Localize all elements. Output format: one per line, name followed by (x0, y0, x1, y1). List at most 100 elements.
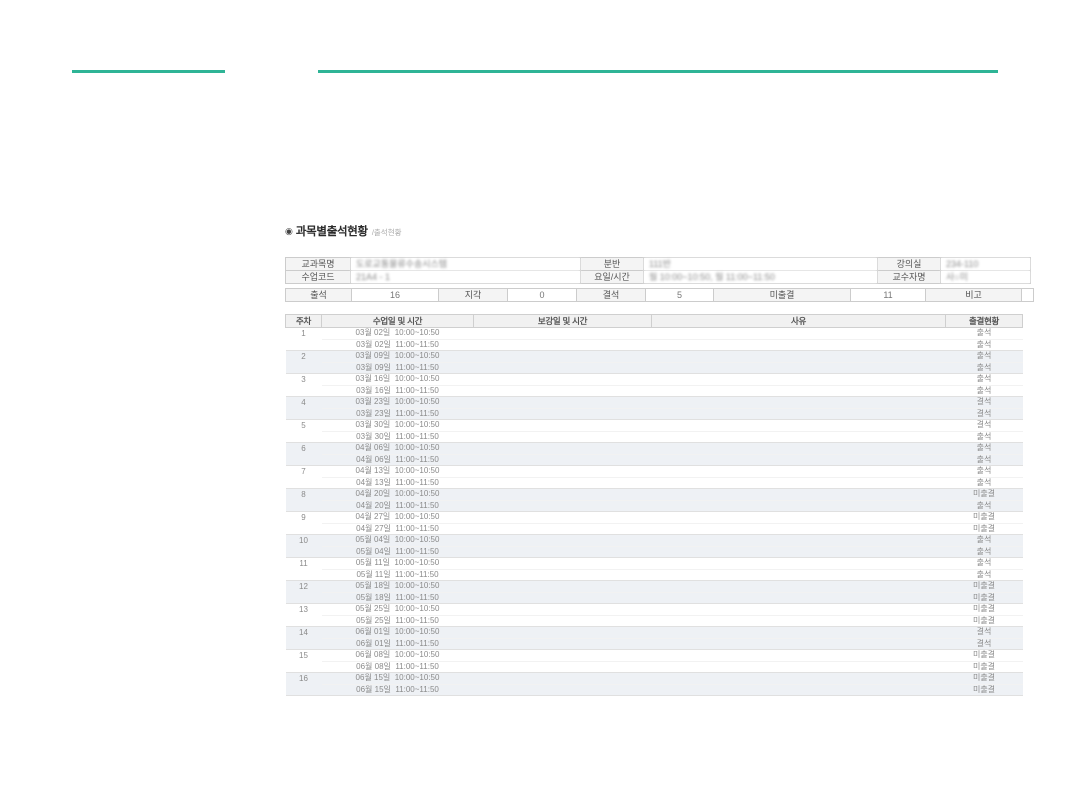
attendance-row: 04월 06일 11:00~11:50출석 (286, 454, 1023, 466)
session-datetime: 03월 30일 10:00~10:50 (322, 420, 474, 432)
session-datetime: 06월 15일 11:00~11:50 (322, 684, 474, 696)
makeup-datetime (474, 523, 652, 535)
reason (652, 339, 946, 351)
makeup-datetime (474, 650, 652, 662)
reason (652, 385, 946, 397)
reason (652, 627, 946, 639)
status: 출석 (946, 535, 1023, 547)
remarks-label: 비고 (926, 289, 1022, 302)
week-number: 9 (286, 512, 322, 535)
status: 미출결 (946, 684, 1023, 696)
session-datetime: 05월 11일 10:00~10:50 (322, 558, 474, 570)
session-datetime: 05월 25일 10:00~10:50 (322, 604, 474, 616)
reason (652, 581, 946, 593)
reason (652, 615, 946, 627)
session-datetime: 04월 27일 10:00~10:50 (322, 512, 474, 524)
week-number: 15 (286, 650, 322, 673)
status: 출석 (946, 374, 1023, 386)
makeup-datetime (474, 592, 652, 604)
attendance-row: 04월 13일 11:00~11:50출석 (286, 477, 1023, 489)
attendance-row: 06월 01일 11:00~11:50결석 (286, 638, 1023, 650)
status: 미출결 (946, 661, 1023, 673)
section-value: 111반 (644, 258, 878, 271)
attendance-row: 604월 06일 10:00~10:50출석 (286, 443, 1023, 455)
makeup-datetime (474, 684, 652, 696)
status: 출석 (946, 351, 1023, 363)
makeup-datetime (474, 581, 652, 593)
reason (652, 500, 946, 512)
session-datetime: 06월 08일 10:00~10:50 (322, 650, 474, 662)
reason (652, 558, 946, 570)
course-info-row: 수업코드 21A4 - 1 요일/시간 월 10:00~10:50, 월 11:… (286, 271, 1031, 284)
section-label: 분반 (581, 258, 644, 271)
week-number: 14 (286, 627, 322, 650)
attendance-row: 804월 20일 10:00~10:50미출결 (286, 489, 1023, 501)
status: 미출결 (946, 673, 1023, 685)
status: 출석 (946, 362, 1023, 374)
makeup-datetime (474, 466, 652, 478)
status: 미출결 (946, 523, 1023, 535)
professor-value: 사○미 (941, 271, 1031, 284)
status: 출석 (946, 477, 1023, 489)
attendance-row: 05월 04일 11:00~11:50 출석 (286, 546, 1023, 558)
late-count: 0 (508, 289, 577, 302)
remarks-value (1022, 289, 1034, 302)
session-datetime: 03월 30일 11:00~11:50 (322, 431, 474, 443)
makeup-datetime (474, 408, 652, 420)
reason (652, 420, 946, 432)
status: 출석 (946, 546, 1023, 558)
session-datetime: 04월 06일 11:00~11:50 (322, 454, 474, 466)
attendance-row: 06월 15일 11:00~11:50 미출결 (286, 684, 1023, 696)
status: 미출결 (946, 604, 1023, 616)
attendance-row: 303월 16일 10:00~10:50출석 (286, 374, 1023, 386)
reason (652, 443, 946, 455)
header-rule-right (318, 70, 998, 73)
week-number: 10 (286, 535, 322, 558)
attendance-row: 03월 16일 11:00~11:50출석 (286, 385, 1023, 397)
makeup-datetime (474, 558, 652, 570)
week-number: 11 (286, 558, 322, 581)
attendance-row: 05월 25일 11:00~11:50미출결 (286, 615, 1023, 627)
session-datetime: 03월 09일 10:00~10:50 (322, 351, 474, 363)
reason (652, 546, 946, 558)
attendance-row: 1205월 18일 10:00~10:50미출결 (286, 581, 1023, 593)
session-datetime: 03월 16일 10:00~10:50 (322, 374, 474, 386)
session-datetime: 05월 04일 11:00~11:50 (322, 546, 474, 558)
attendance-row: 1005월 04일 10:00~10:50출석 (286, 535, 1023, 547)
reason (652, 661, 946, 673)
reason (652, 431, 946, 443)
session-datetime: 03월 02일 11:00~11:50 (322, 339, 474, 351)
session-datetime: 04월 27일 11:00~11:50 (322, 523, 474, 535)
week-number: 3 (286, 374, 322, 397)
makeup-datetime (474, 489, 652, 501)
col-session-datetime: 수업일 및 시간 (322, 315, 474, 328)
status: 출석 (946, 339, 1023, 351)
status: 출석 (946, 558, 1023, 570)
week-number: 16 (286, 673, 322, 696)
reason (652, 535, 946, 547)
attendance-header-row: 주차 수업일 및 시간 보강일 및 시간 사유 출결현황 (286, 315, 1023, 328)
reason (652, 362, 946, 374)
attendance-table: 주차 수업일 및 시간 보강일 및 시간 사유 출결현황 103월 02일 10… (285, 314, 1023, 696)
session-datetime: 05월 11일 11:00~11:50 (322, 569, 474, 581)
attendance-row: 04월 20일 11:00~11:50출석 (286, 500, 1023, 512)
attendance-row: 03월 30일 11:00~11:50출석 (286, 431, 1023, 443)
day-time-label: 요일/시간 (581, 271, 644, 284)
status: 출석 (946, 500, 1023, 512)
status: 결석 (946, 627, 1023, 639)
status: 미출결 (946, 581, 1023, 593)
status: 결석 (946, 420, 1023, 432)
course-info-row: 교과목명 도로교통물류수송시스템 분반 111반 강의실 234-110 (286, 258, 1031, 271)
status: 출석 (946, 466, 1023, 478)
makeup-datetime (474, 673, 652, 685)
status: 출석 (946, 569, 1023, 581)
session-datetime: 05월 04일 10:00~10:50 (322, 535, 474, 547)
makeup-datetime (474, 512, 652, 524)
reason (652, 604, 946, 616)
classroom-value: 234-110 (941, 258, 1031, 271)
week-number: 6 (286, 443, 322, 466)
reason (652, 523, 946, 535)
session-datetime: 06월 01일 11:00~11:50 (322, 638, 474, 650)
makeup-datetime (474, 627, 652, 639)
attendance-summary-table: 출석 16 지각 0 결석 5 미출결 11 비고 (285, 288, 1034, 302)
